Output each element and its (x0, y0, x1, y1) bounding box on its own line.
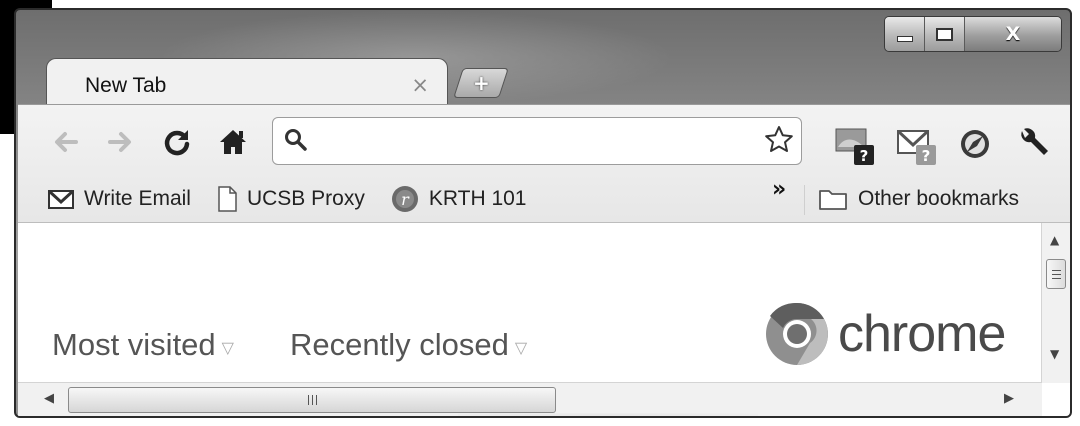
gmail-checker-icon[interactable]: ? (896, 127, 942, 171)
recently-closed-menu[interactable]: Recently closed ▽ (290, 327, 527, 363)
omnibox[interactable] (272, 117, 802, 165)
bookmark-krth-101[interactable]: r KRTH 101 (391, 185, 527, 213)
page-icon (217, 186, 237, 212)
ntp-section-links: Most visited ▽ Recently closed ▽ (52, 327, 527, 363)
chevron-down-icon: ▽ (514, 340, 528, 357)
address-input[interactable] (313, 126, 757, 158)
window-controls: X (884, 16, 1062, 52)
page-content: Most visited ▽ Recently closed ▽ chrome … (18, 222, 1070, 416)
minimize-icon (896, 36, 913, 42)
tab-close-icon[interactable]: × (411, 73, 429, 97)
maximize-icon (936, 27, 953, 41)
browser-window: X New Tab × + ? ? Write Email UCSB Proxy… (14, 8, 1072, 418)
home-button[interactable] (218, 127, 248, 163)
maximize-button[interactable] (925, 17, 965, 51)
most-visited-label: Most visited (52, 327, 216, 362)
minimize-button[interactable] (885, 17, 925, 51)
tab-title: New Tab (85, 74, 167, 97)
scroll-left-arrow-icon[interactable]: ◀ (44, 391, 54, 406)
reload-button[interactable] (162, 127, 192, 163)
back-button[interactable] (50, 127, 80, 163)
radio-icon: r (391, 185, 419, 213)
vertical-scroll-thumb[interactable] (1046, 259, 1066, 289)
bookmark-label: KRTH 101 (428, 187, 527, 210)
chrome-wordmark: chrome (838, 305, 1006, 363)
bookmarks-overflow-chevron[interactable]: » (772, 177, 786, 202)
reload-icon (164, 130, 190, 156)
tab-new-tab[interactable]: New Tab × (46, 58, 448, 109)
other-bookmarks-label: Other bookmarks (858, 187, 1020, 210)
chrome-logo: chrome (764, 301, 1006, 367)
screen-capture-extension-icon[interactable]: ? (834, 127, 880, 171)
wrench-menu-icon[interactable] (1014, 127, 1050, 165)
close-window-button[interactable]: X (965, 17, 1061, 51)
chrome-logo-icon (766, 302, 828, 365)
scroll-right-arrow-icon[interactable]: ▶ (1004, 391, 1014, 406)
search-icon (283, 127, 309, 157)
bookmark-star-icon[interactable] (763, 124, 795, 160)
svg-text:?: ? (922, 147, 931, 165)
forward-button[interactable] (106, 127, 136, 163)
bookmark-write-email[interactable]: Write Email (48, 187, 191, 211)
svg-text:r: r (401, 190, 410, 209)
toolbar: ? ? Write Email UCSB Proxy r KRTH 101 » … (18, 104, 1070, 229)
gmail-icon (48, 188, 74, 210)
bookmarks-divider (804, 185, 805, 215)
svg-text:?: ? (860, 147, 869, 165)
plus-icon: + (472, 71, 490, 95)
window-bottom-highlight (458, 413, 758, 416)
bookmark-label: Write Email (84, 187, 191, 210)
chevron-down-icon: ▽ (221, 340, 234, 357)
other-bookmarks-button[interactable]: Other bookmarks (818, 181, 1019, 217)
back-arrow-icon (55, 132, 78, 152)
new-tab-button[interactable]: + (453, 68, 509, 98)
folder-icon (818, 187, 848, 211)
scroll-down-arrow-icon[interactable]: ▼ (1050, 347, 1059, 361)
forward-arrow-icon (108, 132, 131, 152)
bookmark-label: UCSB Proxy (246, 187, 365, 210)
home-icon (220, 130, 246, 154)
horizontal-scrollbar[interactable]: ◀ ▶ (18, 382, 1042, 416)
recently-closed-label: Recently closed (289, 327, 509, 362)
bookmark-ucsb-proxy[interactable]: UCSB Proxy (217, 186, 365, 212)
compass-extension-icon[interactable] (958, 127, 992, 165)
horizontal-scroll-thumb[interactable] (68, 387, 556, 413)
vertical-scrollbar[interactable]: ▲ ▼ (1041, 223, 1070, 383)
most-visited-menu[interactable]: Most visited ▽ (52, 327, 234, 363)
bookmarks-bar: Write Email UCSB Proxy r KRTH 101 (48, 181, 553, 217)
scroll-up-arrow-icon[interactable]: ▲ (1050, 233, 1059, 247)
